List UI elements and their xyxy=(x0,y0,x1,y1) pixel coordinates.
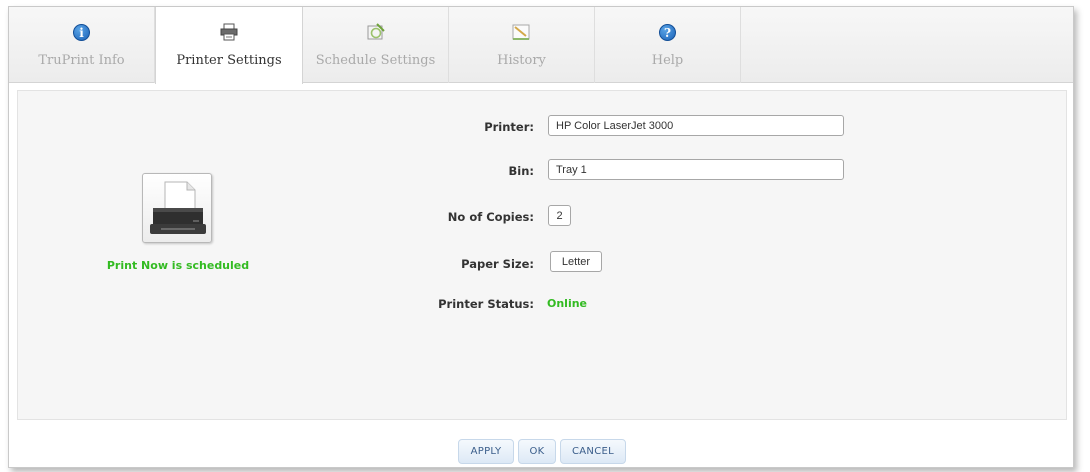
printer-settings-panel: Print Now is scheduled Printer: HP Color… xyxy=(17,90,1067,420)
tab-label: Printer Settings xyxy=(176,53,282,68)
printer-icon xyxy=(218,21,240,43)
paper-size-field[interactable]: Letter xyxy=(550,251,602,272)
print-scheduled-message: Print Now is scheduled xyxy=(106,259,250,272)
bin-label: Bin: xyxy=(508,164,535,178)
printer-status-value: Online xyxy=(547,297,588,310)
ok-button[interactable]: OK xyxy=(518,439,556,464)
tab-label: Help xyxy=(651,53,684,68)
tab-bar: i TruPrint Info Printer Settings Schedul… xyxy=(9,7,1073,84)
tab-label: TruPrint Info xyxy=(38,53,125,68)
printer-field[interactable]: HP Color LaserJet 3000 xyxy=(548,115,844,136)
tab-history[interactable]: History xyxy=(449,7,595,83)
cancel-button[interactable]: CANCEL xyxy=(560,439,626,464)
paper-size-label: Paper Size: xyxy=(461,257,534,271)
history-icon xyxy=(511,21,533,43)
settings-window: i TruPrint Info Printer Settings Schedul… xyxy=(8,6,1074,468)
info-icon: i xyxy=(71,21,93,43)
tab-truprint-info[interactable]: i TruPrint Info xyxy=(9,7,155,83)
tab-help[interactable]: ? Help xyxy=(595,7,741,83)
tab-label: History xyxy=(497,53,546,68)
printer-status-label: Printer Status: xyxy=(438,297,534,311)
bin-field[interactable]: Tray 1 xyxy=(548,159,844,180)
help-icon: ? xyxy=(657,21,679,43)
copies-label: No of Copies: xyxy=(447,210,534,224)
apply-button[interactable]: APPLY xyxy=(458,439,514,464)
tab-printer-settings[interactable]: Printer Settings xyxy=(155,7,303,84)
tab-schedule-settings[interactable]: Schedule Settings xyxy=(303,7,449,83)
copies-field[interactable]: 2 xyxy=(548,205,571,226)
printer-large-icon xyxy=(142,173,212,243)
tab-label: Schedule Settings xyxy=(315,53,436,68)
schedule-icon xyxy=(365,21,387,43)
printer-label: Printer: xyxy=(484,120,534,134)
